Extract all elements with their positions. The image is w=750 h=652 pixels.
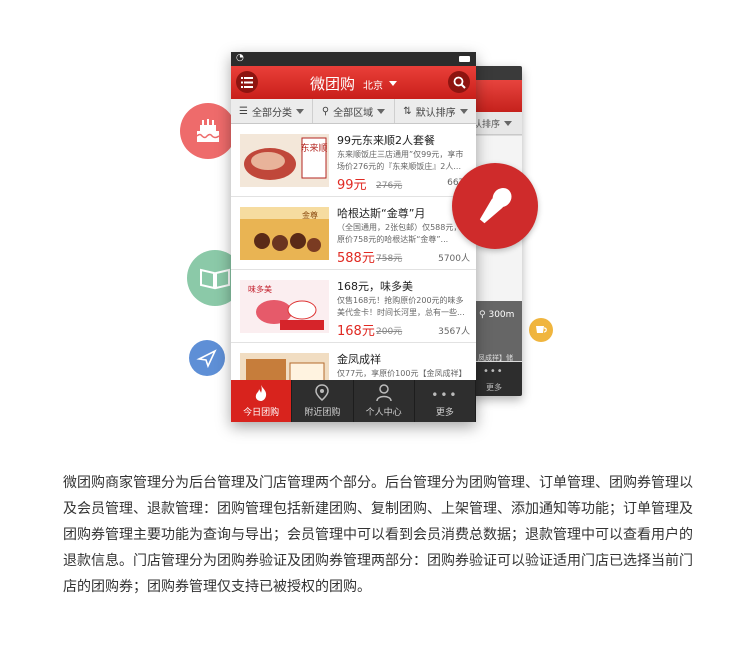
description-text: 微团购商家管理分为后台管理及门店管理两个部分。后台管理分为团购管理、订单管理、团… <box>63 475 693 595</box>
deal-name: 哈根达斯“金尊”月 <box>337 207 426 220</box>
more-label: 更多 <box>486 383 502 392</box>
deal-image: 味多美 <box>240 280 329 333</box>
tab-label: 个人中心 <box>365 408 402 418</box>
microphone-icon <box>452 163 538 249</box>
status-bar: ◔ <box>231 52 476 66</box>
deal-original-price: 758元 <box>376 254 403 264</box>
coffee-icon <box>529 318 553 342</box>
chevron-down-icon <box>504 120 513 126</box>
deal-sold-count: 3567人 <box>438 327 470 337</box>
area-filter-label: 全部区域 <box>333 107 374 119</box>
deal-original-price: 276元 <box>376 181 403 191</box>
deal-price: 588元 <box>337 251 375 266</box>
chevron-down-icon <box>295 108 304 114</box>
deal-sold-count: 5700人 <box>438 254 470 264</box>
distance-value: 300m <box>488 310 515 320</box>
tab-label: 附近团购 <box>304 408 341 418</box>
deal-description: （全国通用，2张包邮）仅588元，享原价758元的哈根达斯“金尊”... <box>337 223 470 244</box>
more-icon: ••• <box>483 366 504 377</box>
list-icon: ☰ <box>239 105 248 117</box>
sort-filter[interactable]: ⇅ 默认排序 <box>395 99 476 123</box>
fire-icon <box>255 385 267 401</box>
battery-icon <box>459 56 470 62</box>
menu-button[interactable] <box>236 71 258 93</box>
deal-price: 168元 <box>337 324 375 339</box>
cake-icon <box>180 103 236 159</box>
deal-name: 99元东来顺2人套餐 <box>337 134 435 147</box>
deal-original-price: 200元 <box>376 327 403 337</box>
wifi-icon: ◔ <box>236 53 244 63</box>
deal-name: 168元，味多美 <box>337 280 413 293</box>
sort-icon: ⇅ <box>403 105 412 117</box>
tab-profile[interactable]: 个人中心 <box>354 380 415 422</box>
filter-bar: ☰ 全部分类 ⚲ 全部区域 ⇅ 默认排序 <box>231 99 476 124</box>
sort-filter-label: 默认排序 <box>415 107 456 119</box>
deal-description: 仅售168元！抢购原价200元的味多美代金卡！时间长河里，总有一些... <box>337 296 465 317</box>
chevron-down-icon <box>377 108 386 114</box>
deal-description: 东来顺饭庄三店通用”仅99元，享市场价276元的『东来顺饭庄』2人... <box>337 150 464 171</box>
phone-screen: ◔ 微团购 北京 ☰ 全部分类 ⚲ 全部区域 ⇅ 默认排序 东来顺 99元东来顺… <box>231 52 476 422</box>
category-filter-label: 全部分类 <box>251 107 292 119</box>
location-icon: ⚲ <box>479 310 486 320</box>
deal-item[interactable]: 金尊 哈根达斯“金尊”月 （全国通用，2张包邮）仅588元，享原价758元的哈根… <box>231 197 476 270</box>
chevron-down-icon <box>459 108 468 114</box>
tab-today[interactable]: 今日团购 <box>231 380 293 422</box>
location-icon: ⚲ <box>321 105 330 117</box>
thumb-text: 东来顺 <box>300 142 327 154</box>
thumb-text: 味多美 <box>248 284 272 294</box>
person-icon <box>375 384 392 402</box>
distance-label: ⚲ 300m <box>479 310 514 320</box>
category-filter[interactable]: ☰ 全部分类 <box>231 99 313 123</box>
tab-label: 今日团购 <box>243 408 280 418</box>
thumb-text: 金尊 <box>302 210 318 220</box>
chevron-down-icon <box>389 81 397 86</box>
deal-name: 金凤成祥 <box>337 353 381 366</box>
tab-more[interactable]: ••• 更多 <box>415 380 476 422</box>
deal-item[interactable]: 东来顺 99元东来顺2人套餐 东来顺饭庄三店通用”仅99元，享市场价276元的『… <box>231 124 476 197</box>
area-filter[interactable]: ⚲ 全部区域 <box>313 99 395 123</box>
deal-image: 金尊 <box>240 207 329 260</box>
tab-nearby[interactable]: 附近团购 <box>292 380 354 422</box>
plane-icon <box>189 340 225 376</box>
city-selector[interactable]: 北京 <box>363 77 383 92</box>
deal-price: 99元 <box>337 178 367 193</box>
tab-bar: 今日团购 附近团购 个人中心 ••• 更多 <box>231 380 476 422</box>
sort-filter-label: 认排序 <box>473 119 501 130</box>
tab-label: 更多 <box>435 408 454 418</box>
more-icon: ••• <box>431 388 459 402</box>
search-button[interactable] <box>448 71 470 93</box>
location-icon <box>315 384 330 401</box>
app-header: 微团购 北京 <box>231 66 476 99</box>
deal-image: 东来顺 <box>240 134 329 187</box>
search-icon <box>453 76 466 89</box>
deal-item[interactable]: 味多美 168元，味多美 仅售168元！抢购原价200元的味多美代金卡！时间长河… <box>231 270 476 343</box>
app-title: 微团购 <box>310 75 356 93</box>
menu-icon <box>241 76 253 88</box>
